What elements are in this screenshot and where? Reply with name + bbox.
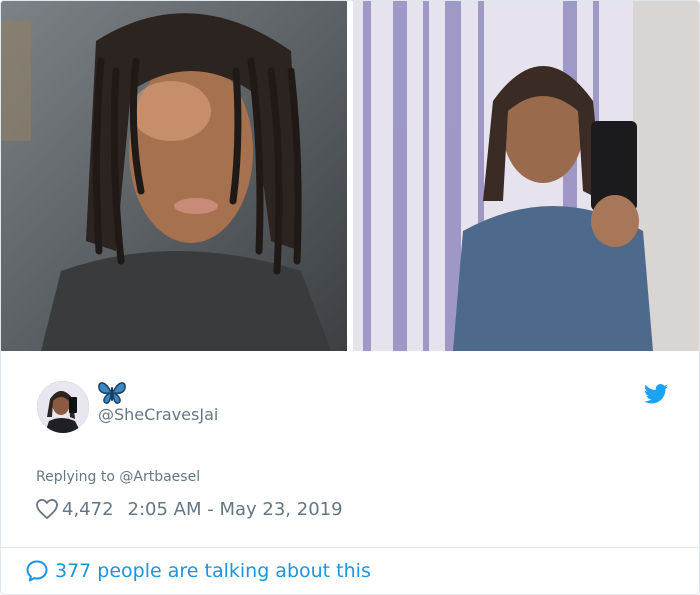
divider [1,547,699,548]
replying-prefix: Replying to [36,469,120,485]
reply-target-link[interactable]: @Artbaesel [119,469,200,485]
avatar[interactable] [37,381,89,433]
user-handle[interactable]: @SheCravesJai [98,405,218,424]
speech-bubble-icon [26,560,48,582]
replying-to: Replying to @Artbaesel [36,469,200,485]
photo-left[interactable] [1,1,347,351]
heart-outline-icon[interactable] [36,499,58,519]
twitter-bird-icon[interactable] [644,383,668,405]
conversation-link[interactable]: 377 people are talking about this [25,557,371,585]
like-count: 4,472 [62,498,114,520]
tweet-media [1,1,699,351]
tweet-card: @SheCravesJai Replying to @Artbaesel 4,4… [0,0,700,595]
photo-right[interactable] [353,1,699,351]
tweet-timestamp[interactable]: 2:05 AM - May 23, 2019 [128,499,343,520]
tweet-meta: 4,472 2:05 AM - May 23, 2019 [36,497,343,521]
blue-butterfly-icon [97,378,127,406]
talking-count[interactable]: 377 people are talking about this [55,560,371,582]
